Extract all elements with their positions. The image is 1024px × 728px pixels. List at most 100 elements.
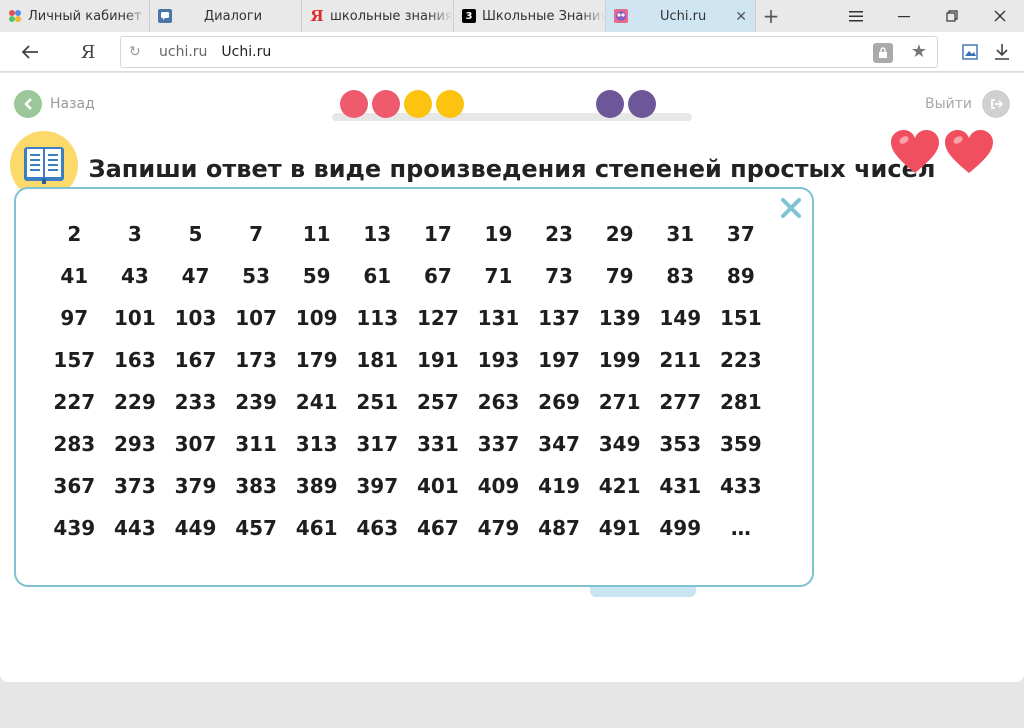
prime-number: 157: [53, 348, 96, 372]
back-label: Назад: [50, 96, 95, 112]
close-icon[interactable]: [778, 195, 804, 221]
prime-number: 89: [726, 264, 755, 288]
prime-number: 307: [174, 432, 217, 456]
prime-number: 53: [242, 264, 270, 288]
prime-number: 457: [235, 516, 277, 540]
prime-number: 101: [114, 306, 156, 330]
tab-dialogi[interactable]: Диалоги: [150, 0, 302, 32]
prime-number: 233: [174, 390, 217, 414]
image-extension-icon[interactable]: [956, 38, 984, 66]
tab-label: Uchi.ru: [660, 8, 707, 24]
back-button[interactable]: Назад: [14, 90, 95, 118]
prime-number: 419: [538, 474, 580, 498]
progress-dot: [404, 90, 432, 118]
tab-shkolnye-znaniya-search[interactable]: Я школьные знания -: [302, 0, 454, 32]
tab-lichny-kabinet[interactable]: Личный кабинет - I: [0, 0, 150, 32]
lock-icon[interactable]: [873, 43, 893, 63]
yandex-logo-icon[interactable]: Я: [74, 38, 102, 66]
prime-number: 11: [302, 222, 331, 246]
prime-number: 193: [477, 348, 520, 372]
multicolor-dots-icon: [8, 9, 22, 23]
tab-close-icon[interactable]: ✕: [735, 9, 747, 25]
minimize-icon[interactable]: [880, 0, 928, 32]
prime-number: 13: [363, 222, 392, 246]
download-icon[interactable]: [988, 38, 1016, 66]
menu-icon[interactable]: [832, 0, 880, 32]
prime-number: 37: [726, 222, 755, 246]
prime-number: 359: [719, 432, 762, 456]
prime-number: 109: [295, 306, 338, 330]
prime-number: 149: [659, 306, 702, 330]
prime-number: 167: [174, 348, 217, 372]
new-tab-button[interactable]: +: [756, 0, 786, 32]
prime-number: 139: [598, 306, 641, 330]
progress-dot: [372, 90, 400, 118]
exit-icon: [982, 90, 1010, 118]
prime-number: 433: [719, 474, 762, 498]
bookmark-star-icon[interactable]: ★: [911, 41, 927, 62]
prime-number: …: [730, 516, 751, 540]
prime-number: 97: [60, 306, 89, 330]
prime-number: 487: [538, 516, 580, 540]
exit-button[interactable]: Выйти: [925, 90, 1010, 118]
yandex-y-icon: Я: [310, 7, 324, 25]
prime-number: 467: [416, 516, 459, 540]
prime-number: 239: [235, 390, 277, 414]
prime-number: 181: [356, 348, 399, 372]
prime-number: 163: [114, 348, 156, 372]
task-title: Запиши ответ в виде произведения степене…: [88, 155, 936, 183]
prime-number: 3: [127, 222, 142, 246]
prime-number: 463: [356, 516, 399, 540]
url-field[interactable]: ↻ uchi.ru Uchi.ru ★: [120, 36, 938, 68]
prime-number: 397: [356, 474, 399, 498]
prime-number: 269: [538, 390, 580, 414]
reload-icon[interactable]: ↻: [129, 44, 141, 60]
prime-number: 439: [53, 516, 96, 540]
tab-shkolnye-znaniya[interactable]: 3 Школьные Знания.: [454, 0, 606, 32]
prime-number: 349: [598, 432, 641, 456]
prime-number: 2: [67, 222, 82, 246]
tab-label: Диалоги: [204, 8, 263, 24]
prime-number: 277: [659, 390, 702, 414]
prime-number: 293: [114, 432, 156, 456]
prime-number: 461: [295, 516, 338, 540]
prime-number: 179: [295, 348, 338, 372]
prime-number: 71: [484, 264, 513, 288]
prime-number: 59: [302, 264, 331, 288]
prime-number: 241: [295, 390, 338, 414]
primes-table-panel: 2 3 5 7 11 13 17 19 23 29 31 37 41 43 47 53 59 61 67 71 73 79…: [14, 187, 814, 587]
prime-number: 19: [484, 222, 513, 246]
prime-number: 431: [659, 474, 702, 498]
back-arrow-icon[interactable]: [16, 38, 44, 66]
prime-number: 229: [114, 390, 156, 414]
prime-number: 449: [174, 516, 217, 540]
prime-number: 107: [235, 306, 277, 330]
prime-number: 331: [416, 432, 459, 456]
prime-number: 17: [423, 222, 452, 246]
close-window-icon[interactable]: [976, 0, 1024, 32]
prime-number: 127: [416, 306, 459, 330]
prime-number: 317: [356, 432, 399, 456]
prime-number: 283: [53, 432, 96, 456]
prime-number: 373: [114, 474, 156, 498]
prime-number: 479: [477, 516, 520, 540]
prime-number: 251: [356, 390, 399, 414]
prime-number: 5: [188, 222, 203, 246]
heart-life-icon: [944, 129, 994, 175]
address-bar-row: Я ↻ uchi.ru Uchi.ru ★: [0, 32, 1024, 72]
progress-dot: [596, 90, 624, 118]
restore-icon[interactable]: [928, 0, 976, 32]
prime-number: 401: [416, 474, 459, 498]
uchi-owl-icon: [614, 9, 628, 23]
url-title: Uchi.ru: [221, 44, 272, 60]
heart-life-icon: [890, 129, 940, 175]
tab-uchi-ru[interactable]: Uchi.ru ✕: [606, 0, 756, 32]
progress-dot: [436, 90, 464, 118]
prime-number: 389: [295, 474, 338, 498]
prime-number: 379: [174, 474, 217, 498]
prime-number: 23: [545, 222, 573, 246]
prime-number: 31: [666, 222, 695, 246]
prime-number: 271: [598, 390, 641, 414]
prime-number: 131: [477, 306, 520, 330]
prime-number: 29: [605, 222, 634, 246]
